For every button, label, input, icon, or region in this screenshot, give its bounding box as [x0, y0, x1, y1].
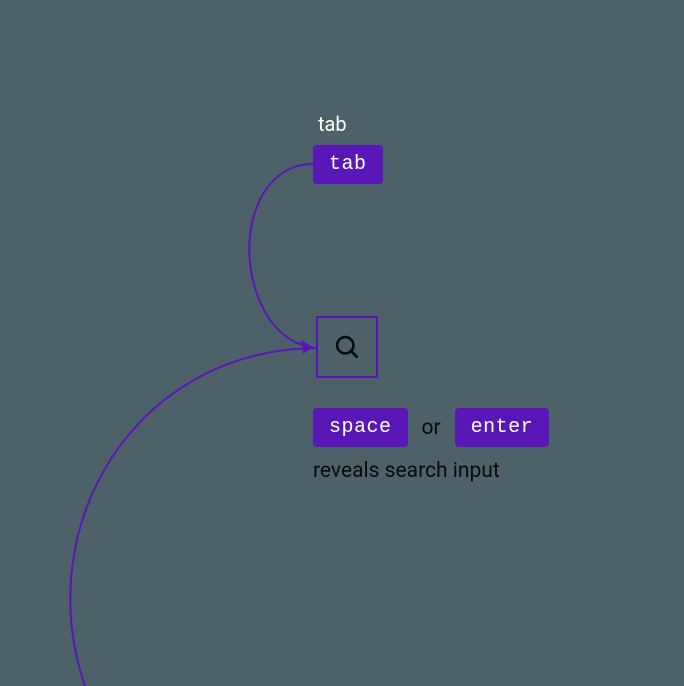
search-icon — [333, 333, 361, 361]
enter-key-badge: enter — [455, 408, 550, 447]
space-key-badge: space — [313, 408, 408, 447]
tab-label: tab — [318, 112, 347, 136]
search-button[interactable] — [316, 316, 378, 378]
action-keys-row: space or enter — [313, 408, 549, 447]
or-connector: or — [422, 416, 441, 440]
tab-key-badge: tab — [313, 145, 383, 184]
result-description: reveals search input — [313, 459, 500, 483]
